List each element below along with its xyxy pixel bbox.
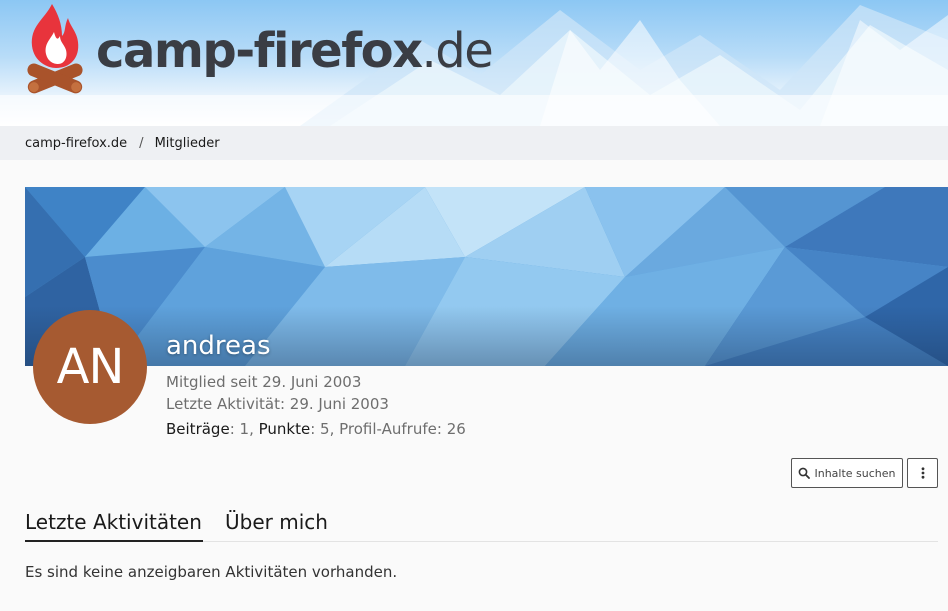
more-vertical-icon xyxy=(921,467,924,479)
site-name-tld: .de xyxy=(421,23,494,79)
search-icon xyxy=(799,467,811,479)
site-header: camp-firefox.de xyxy=(0,0,948,126)
profile-stats: Beiträge: 1, Punkte: 5, Profil-Aufrufe: … xyxy=(166,420,466,438)
more-options-button[interactable] xyxy=(907,458,938,488)
views-label: Profil-Aufrufe xyxy=(339,420,437,438)
last-activity: Letzte Aktivität: 29. Juni 2003 xyxy=(166,395,389,413)
search-content-label: Inhalte suchen xyxy=(814,466,896,480)
breadcrumb: camp-firefox.de / Mitglieder xyxy=(0,126,948,160)
breadcrumb-members[interactable]: Mitglieder xyxy=(155,136,220,151)
profile-tabs: Letzte Aktivitäten Über mich xyxy=(25,510,938,542)
points-value: 5 xyxy=(320,420,330,438)
site-logo[interactable]: camp-firefox.de xyxy=(22,2,494,94)
tab-about-me[interactable]: Über mich xyxy=(225,510,328,542)
posts-label[interactable]: Beiträge xyxy=(166,420,230,438)
search-content-button[interactable]: Inhalte suchen xyxy=(791,458,903,488)
profile-cover xyxy=(25,187,948,366)
site-name: camp-firefox.de xyxy=(96,27,494,75)
campfire-icon xyxy=(27,4,83,94)
avatar[interactable]: AN xyxy=(33,310,147,424)
profile-username: andreas xyxy=(166,331,271,361)
posts-value: 1 xyxy=(239,420,250,438)
empty-activity-message: Es sind keine anzeigbaren Aktivitäten vo… xyxy=(25,563,398,581)
tab-latest-activity[interactable]: Letzte Aktivitäten xyxy=(25,510,203,542)
points-label[interactable]: Punkte xyxy=(259,420,311,438)
site-name-main: camp-firefox xyxy=(96,23,423,79)
views-value: 26 xyxy=(446,420,466,438)
breadcrumb-separator: / xyxy=(139,135,144,151)
member-since: Mitglied seit 29. Juni 2003 xyxy=(166,373,362,391)
cover-shade xyxy=(25,306,948,366)
breadcrumb-home[interactable]: camp-firefox.de xyxy=(25,136,127,151)
